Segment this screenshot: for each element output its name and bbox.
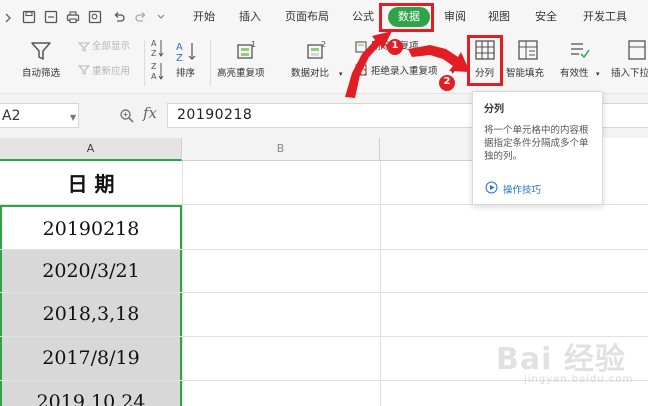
name-box-value: A2 [2,108,21,124]
funnel-small-icon [78,42,90,52]
tab-page-layout[interactable]: 页面布局 [285,9,329,25]
separator [210,40,211,86]
delete-duplicates-icon [355,41,367,53]
play-icon [485,181,498,194]
svg-text:Z: Z [151,49,157,58]
split-button-highlight [467,35,503,86]
tab-start[interactable]: 开始 [193,9,215,25]
svg-text:2: 2 [321,40,326,49]
svg-text:1: 1 [251,40,256,49]
svg-text:Z: Z [176,53,183,62]
insert-dropdown-button[interactable]: 插入下拉 [611,68,648,80]
export-icon[interactable] [44,10,58,24]
funnel-icon [31,42,51,60]
svg-text:Z: Z [151,62,157,71]
separator [144,40,145,86]
auto-filter-button[interactable]: 自动筛选 [22,68,60,80]
data-tab-highlight [379,3,434,32]
tab-developer[interactable]: 开发工具 [583,9,627,25]
data-compare-button[interactable]: 数据对比 [291,68,329,80]
sort-button[interactable]: 排序 [176,68,195,80]
chevron-down-icon[interactable]: ▼ [70,113,76,122]
smart-fill-button[interactable]: 智能填充 [506,68,544,80]
menu-bar: 开始 插入 页面布局 公式 数据 审阅 视图 安全 开发工具 [0,0,648,34]
gridline [182,161,183,406]
gridline [380,161,381,406]
validity-icon [571,43,590,59]
svg-text:A: A [176,42,183,53]
column-header-b[interactable]: B [182,138,380,161]
zoom-icon[interactable] [119,108,135,124]
highlight-duplicates-icon: 1 [237,40,256,59]
watermark-logo: Bai 经验 [496,342,626,377]
reject-duplicates-dropdown-icon[interactable]: ▾ [451,66,455,78]
fx-button[interactable]: fx [143,104,157,122]
tooltip-title: 分列 [484,104,504,115]
chevron-icon[interactable] [2,10,16,24]
sort-icon: AZ [176,42,196,62]
tab-view[interactable]: 视图 [488,9,510,25]
column-header-a[interactable]: A [0,138,182,161]
tooltip-description: 将一个单元格中的内容根据指定条件分隔成多个单独的列。 [484,125,589,162]
ribbon: 自动筛选 全部显示 重新应用 AZ ZA AZ 排序 1 高亮重复项 2 数据对… [0,34,648,94]
data-compare-icon: 2 [307,40,326,59]
save-icon[interactable] [22,10,36,24]
dropdown-icon[interactable] [156,10,166,24]
name-box[interactable]: A2 ▼ [0,103,79,128]
reapply-button[interactable]: 重新应用 [92,66,130,78]
sort-asc-icon: AZ [151,39,164,58]
column-header-c[interactable] [380,138,480,161]
header-cell-date[interactable]: 日 期 [0,161,182,204]
formula-value: 20190218 [177,107,253,123]
insert-dropdown-icon [628,40,646,60]
tab-insert[interactable]: 插入 [239,9,261,25]
cell-a4[interactable]: 2018,3,18 [0,293,182,336]
tab-security[interactable]: 安全 [535,9,557,25]
data-compare-dropdown-icon[interactable]: ▾ [339,68,343,80]
validity-dropdown-icon[interactable]: ▾ [596,68,600,80]
redo-icon[interactable] [134,10,148,24]
preview-icon[interactable] [88,10,102,24]
funnel-reapply-icon [78,65,90,75]
tips-link[interactable]: 操作技巧 [503,182,541,196]
highlight-duplicates-button[interactable]: 高亮重复项 [217,68,265,80]
reject-duplicates-icon [355,64,367,76]
print-icon[interactable] [66,10,80,24]
tab-formula[interactable]: 公式 [352,9,374,25]
undo-icon[interactable] [112,10,126,24]
cell-a6[interactable]: 2019.10.24 [0,381,182,406]
svg-text:A: A [151,72,157,81]
watermark-url: jingyan.baidu.com [524,374,634,385]
cell-a5[interactable]: 2017/8/19 [0,337,182,380]
step1-number: 1 [391,40,399,51]
cell-a3[interactable]: 2020/3/21 [0,250,182,292]
step2-number: 2 [443,76,451,87]
show-all-button[interactable]: 全部显示 [92,41,130,53]
cell-a2[interactable]: 20190218 [0,205,182,249]
validity-button[interactable]: 有效性 [560,68,589,80]
tab-review[interactable]: 审阅 [444,9,466,25]
svg-text:A: A [151,39,157,48]
smart-fill-icon [518,40,538,60]
reject-duplicates-button[interactable]: 拒绝录入重复项 [371,66,438,78]
sort-desc-icon: ZA [151,62,164,81]
split-tooltip: 分列 将一个单元格中的内容根据指定条件分隔成多个单独的列。 操作技巧 [472,91,603,205]
